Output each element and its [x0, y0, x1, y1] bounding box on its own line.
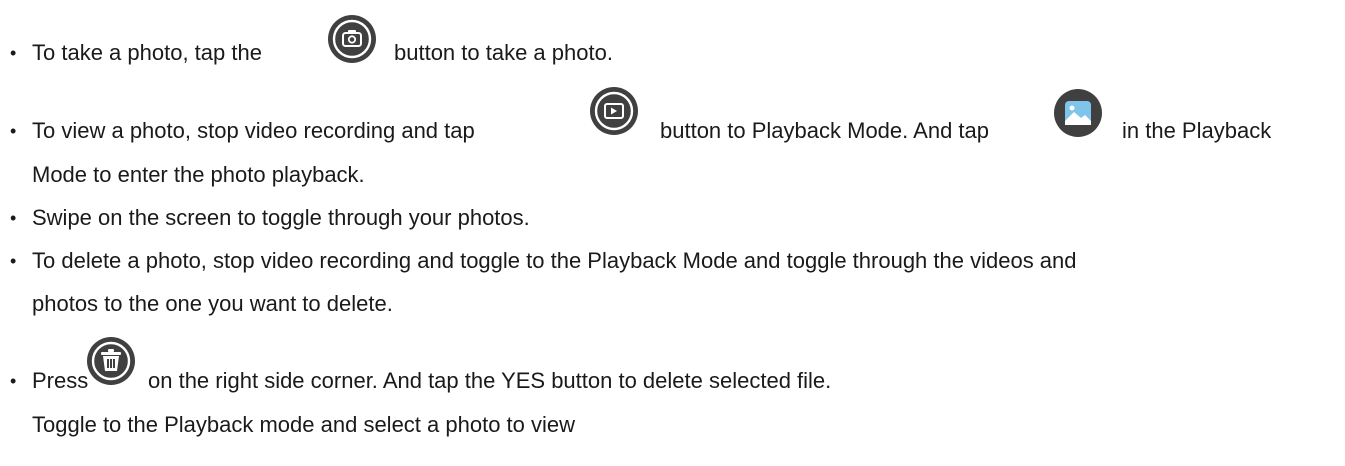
bullet: • — [10, 208, 17, 228]
gallery-image-icon — [1053, 88, 1103, 138]
item-2-text-a: To view a photo, stop video recording an… — [32, 118, 475, 143]
playback-mode-icon — [589, 86, 639, 136]
list-item: • — [10, 368, 32, 394]
item-5-text-a: Press — [32, 368, 89, 393]
item-5-continuation: Toggle to the Playback mode and select a… — [32, 412, 576, 437]
list-item: • — [10, 118, 32, 144]
list-item: • — [10, 248, 32, 274]
item-1-text-b: button to take a photo. — [394, 40, 613, 65]
bullet: • — [10, 251, 17, 271]
list-item: • — [10, 205, 32, 231]
item-1-text-a: To take a photo, tap the — [32, 40, 262, 65]
instruction-list: • To take a photo, tap the button to tak… — [0, 0, 1345, 466]
item-3-text-a: Swipe on the screen to toggle through yo… — [32, 205, 530, 230]
item-2-text-c: in the Playback — [1122, 118, 1272, 143]
bullet: • — [10, 43, 17, 63]
list-item: • — [10, 40, 32, 66]
bullet: • — [10, 371, 17, 391]
item-2-continuation: Mode to enter the photo playback. — [32, 162, 365, 187]
item-2-text-b: button to Playback Mode. And tap — [660, 118, 990, 143]
item-4-continuation: photos to the one you want to delete. — [32, 291, 393, 316]
item-5-text-b: on the right side corner. And tap the YE… — [148, 368, 832, 393]
trash-delete-icon — [86, 336, 136, 386]
item-4-text-a: To delete a photo, stop video recording … — [32, 248, 1077, 273]
camera-shutter-icon — [327, 14, 377, 64]
bullet: • — [10, 121, 17, 141]
